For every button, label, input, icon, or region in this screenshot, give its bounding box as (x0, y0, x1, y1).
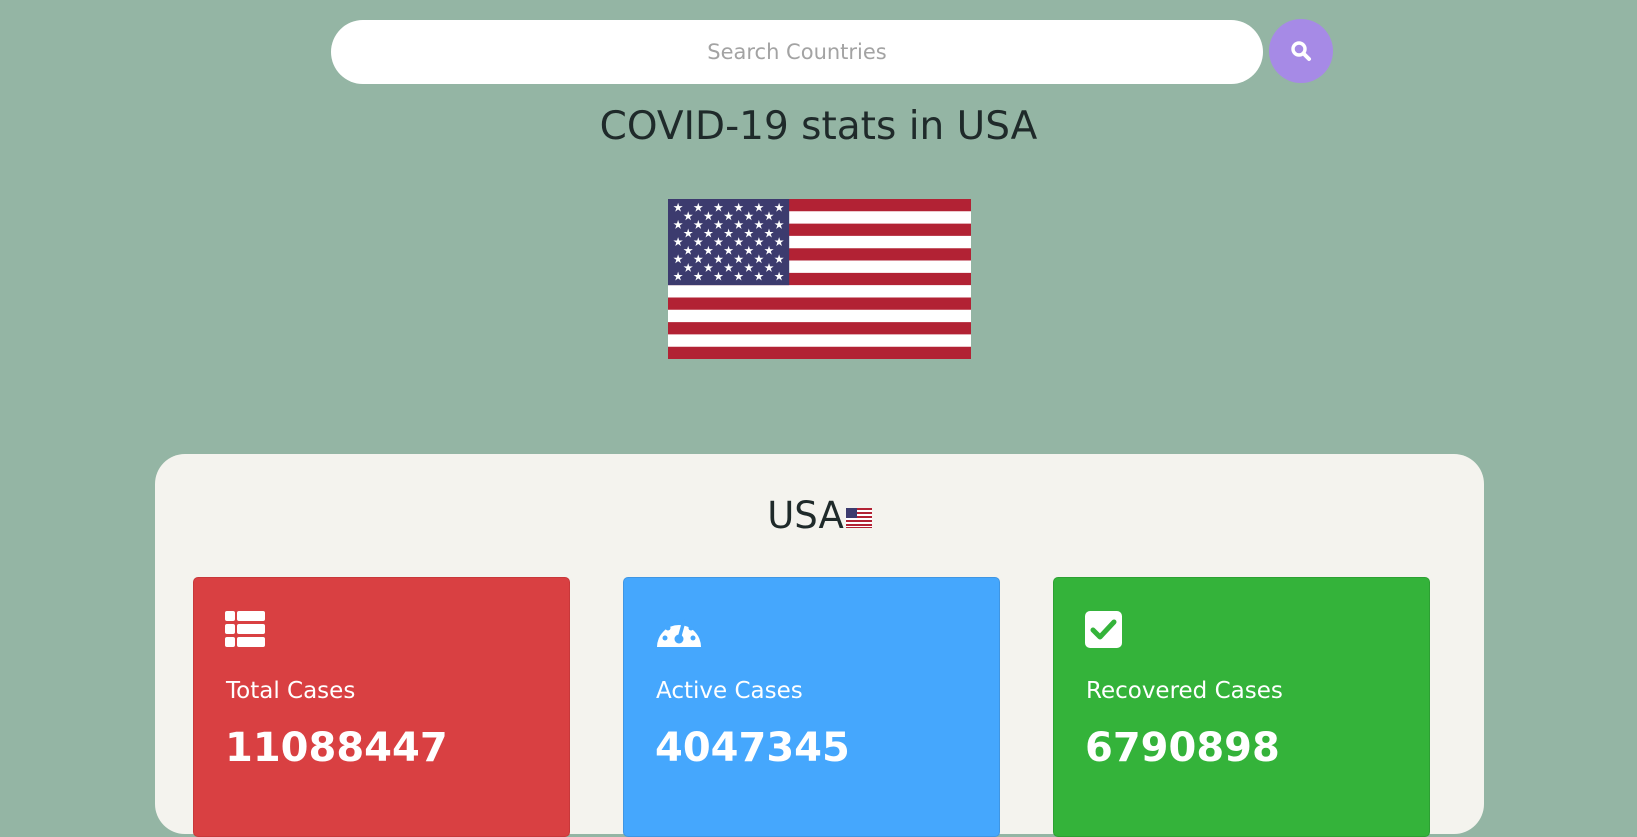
total-cases-value: 11088447 (225, 725, 448, 771)
stats-panel: USA Total Cases 11088447 Active Cases 40… (155, 454, 1484, 837)
active-cases-card: Active Cases 4047345 (623, 577, 1000, 837)
us-flag-icon (668, 199, 971, 359)
total-cases-label: Total Cases (226, 678, 356, 704)
search-icon (1291, 41, 1311, 61)
list-icon (225, 611, 265, 647)
recovered-cases-value: 6790898 (1085, 725, 1280, 771)
country-name: USA (767, 494, 844, 537)
total-cases-card: Total Cases 11088447 (193, 577, 570, 837)
search-bar (331, 19, 1333, 85)
search-button[interactable] (1269, 19, 1333, 83)
page-title: COVID-19 stats in USA (599, 104, 1038, 149)
us-flag-icon (845, 508, 872, 528)
check-square-icon (1085, 611, 1122, 648)
search-input[interactable] (331, 20, 1263, 84)
active-cases-label: Active Cases (656, 678, 803, 704)
active-cases-value: 4047345 (655, 725, 850, 771)
recovered-cases-card: Recovered Cases 6790898 (1053, 577, 1430, 837)
gauge-icon (657, 619, 701, 647)
recovered-cases-label: Recovered Cases (1086, 678, 1283, 704)
country-heading: USA (155, 494, 1484, 537)
